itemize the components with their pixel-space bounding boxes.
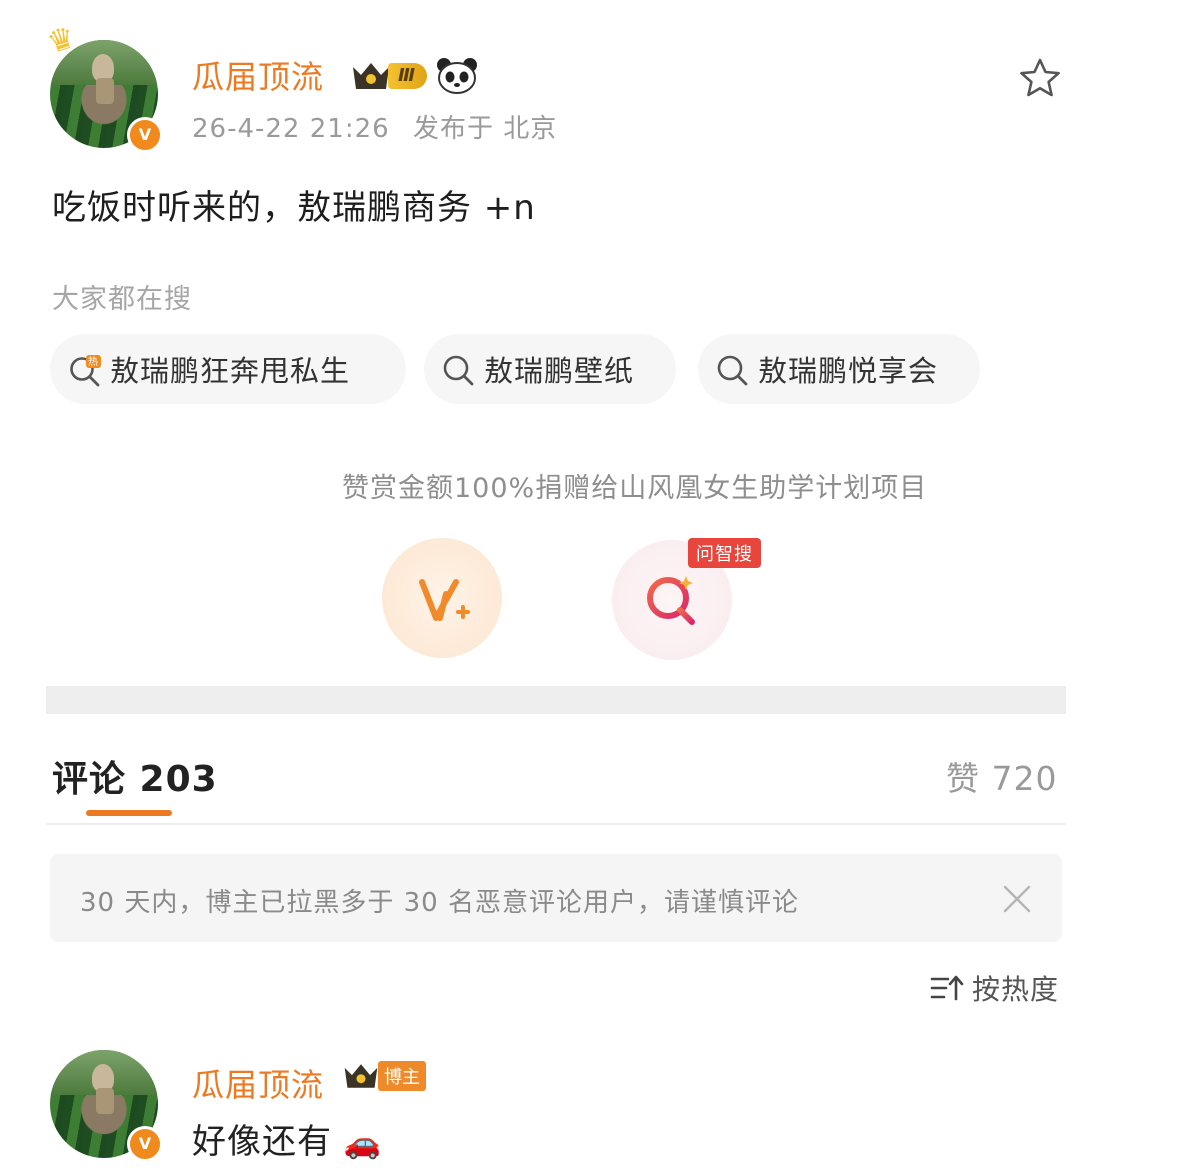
post-meta: 26-4-22 21:26 发布于 北京: [192, 108, 557, 145]
comment-body: 好像还有: [192, 1122, 332, 1162]
search-chip-label: 敖瑞鹏狂奔甩私生: [110, 354, 351, 388]
header-divider: [46, 823, 1066, 825]
sort-icon: [930, 975, 964, 1001]
search-icon: [716, 353, 748, 386]
svg-text:热: 热: [88, 355, 99, 368]
sort-label: 按热度: [972, 973, 1060, 1006]
sort-toggle[interactable]: 按热度: [930, 968, 1059, 1008]
search-chip-1[interactable]: 热 敖瑞鹏狂奔甩私生: [50, 334, 406, 404]
panda-icon: [437, 58, 478, 94]
trending-search-label: 大家都在搜: [52, 284, 192, 315]
notice-text: 30 天内，博主已拉黑多于 30 名恶意评论用户，请谨慎评论: [80, 888, 799, 918]
commenter-name[interactable]: 瓜届顶流: [192, 1060, 324, 1106]
level-badge: Ⅲ: [388, 63, 428, 89]
reward-button[interactable]: [382, 538, 502, 658]
host-tag: 博主: [378, 1061, 426, 1091]
post-location: 发布于 北京: [412, 114, 558, 144]
donation-note: 赞赏金额100%捐赠给山风凰女生助学计划项目: [342, 473, 928, 504]
reward-v-icon: [419, 579, 470, 621]
active-tab-indicator: [86, 810, 172, 816]
post-timestamp: 26-4-22 21:26: [192, 114, 390, 144]
post-text: 吃饭时听来的，敖瑞鹏商务 +n: [52, 188, 536, 228]
member-badges[interactable]: Ⅲ: [350, 56, 479, 96]
search-chip-3[interactable]: 敖瑞鹏悦享会: [698, 334, 980, 404]
ask-search-tag: 问智搜: [688, 538, 761, 568]
section-divider: [46, 686, 1066, 714]
hot-search-icon: 热: [68, 353, 101, 387]
search-chip-2[interactable]: 敖瑞鹏壁纸: [424, 334, 676, 404]
search-chip-label: 敖瑞鹏壁纸: [484, 354, 635, 388]
car-emoji: 🚗: [343, 1126, 383, 1161]
verified-badge-icon: V: [127, 1126, 163, 1162]
author-name[interactable]: 瓜届顶流: [192, 52, 324, 98]
comment-text: 好像还有 🚗: [192, 1114, 382, 1163]
comments-tab[interactable]: 评论 203: [52, 750, 218, 802]
commenter-badges: 博主: [342, 1060, 426, 1092]
search-chip-label: 敖瑞鹏悦享会: [758, 354, 939, 388]
likes-tab[interactable]: 赞 720: [946, 752, 1057, 800]
search-icon: [442, 353, 474, 386]
favorite-star-icon[interactable]: [1018, 56, 1062, 100]
close-icon[interactable]: [1000, 882, 1034, 916]
blocked-users-notice: 30 天内，博主已拉黑多于 30 名恶意评论用户，请谨慎评论: [50, 854, 1062, 942]
crown-member-icon: [344, 1064, 378, 1088]
verified-badge-icon: V: [127, 117, 163, 153]
crown-member-icon: [353, 63, 389, 89]
